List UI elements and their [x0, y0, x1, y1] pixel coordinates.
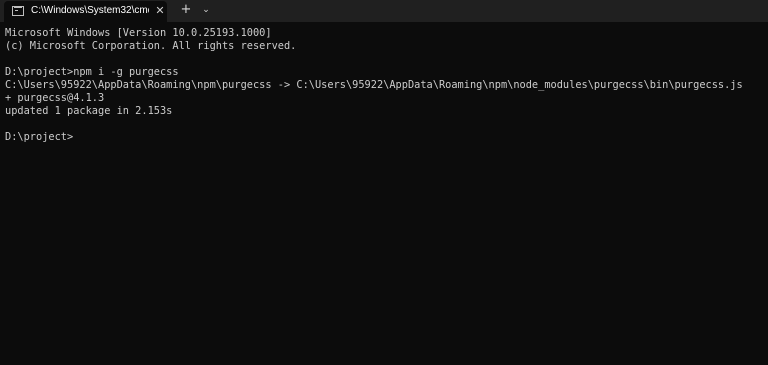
console-line: Microsoft Windows [Version 10.0.25193.10… — [5, 27, 272, 39]
chevron-down-icon[interactable]: ⌄ — [198, 2, 214, 18]
console-line: C:\Users\95922\AppData\Roaming\npm\purge… — [5, 79, 743, 91]
tab-bar: C:\Windows\System32\cmd.e ✕ + ⌄ — [0, 0, 768, 22]
console-output[interactable]: Microsoft Windows [Version 10.0.25193.10… — [0, 22, 768, 365]
tab-cmd[interactable]: C:\Windows\System32\cmd.e ✕ — [4, 1, 167, 22]
console-line: (c) Microsoft Corporation. All rights re… — [5, 40, 297, 52]
tab-title: C:\Windows\System32\cmd.e — [31, 5, 149, 16]
console-line: + purgecss@4.1.3 — [5, 92, 105, 104]
console-line: D:\project>npm i -g purgecss — [5, 66, 179, 78]
console-line: updated 1 package in 2.153s — [5, 105, 173, 117]
close-icon[interactable]: ✕ — [153, 3, 167, 19]
terminal-icon — [12, 6, 24, 16]
terminal-window: C:\Windows\System32\cmd.e ✕ + ⌄ Microsof… — [0, 0, 768, 365]
console-prompt: D:\project> — [5, 131, 74, 143]
new-tab-button[interactable]: + — [178, 2, 194, 18]
